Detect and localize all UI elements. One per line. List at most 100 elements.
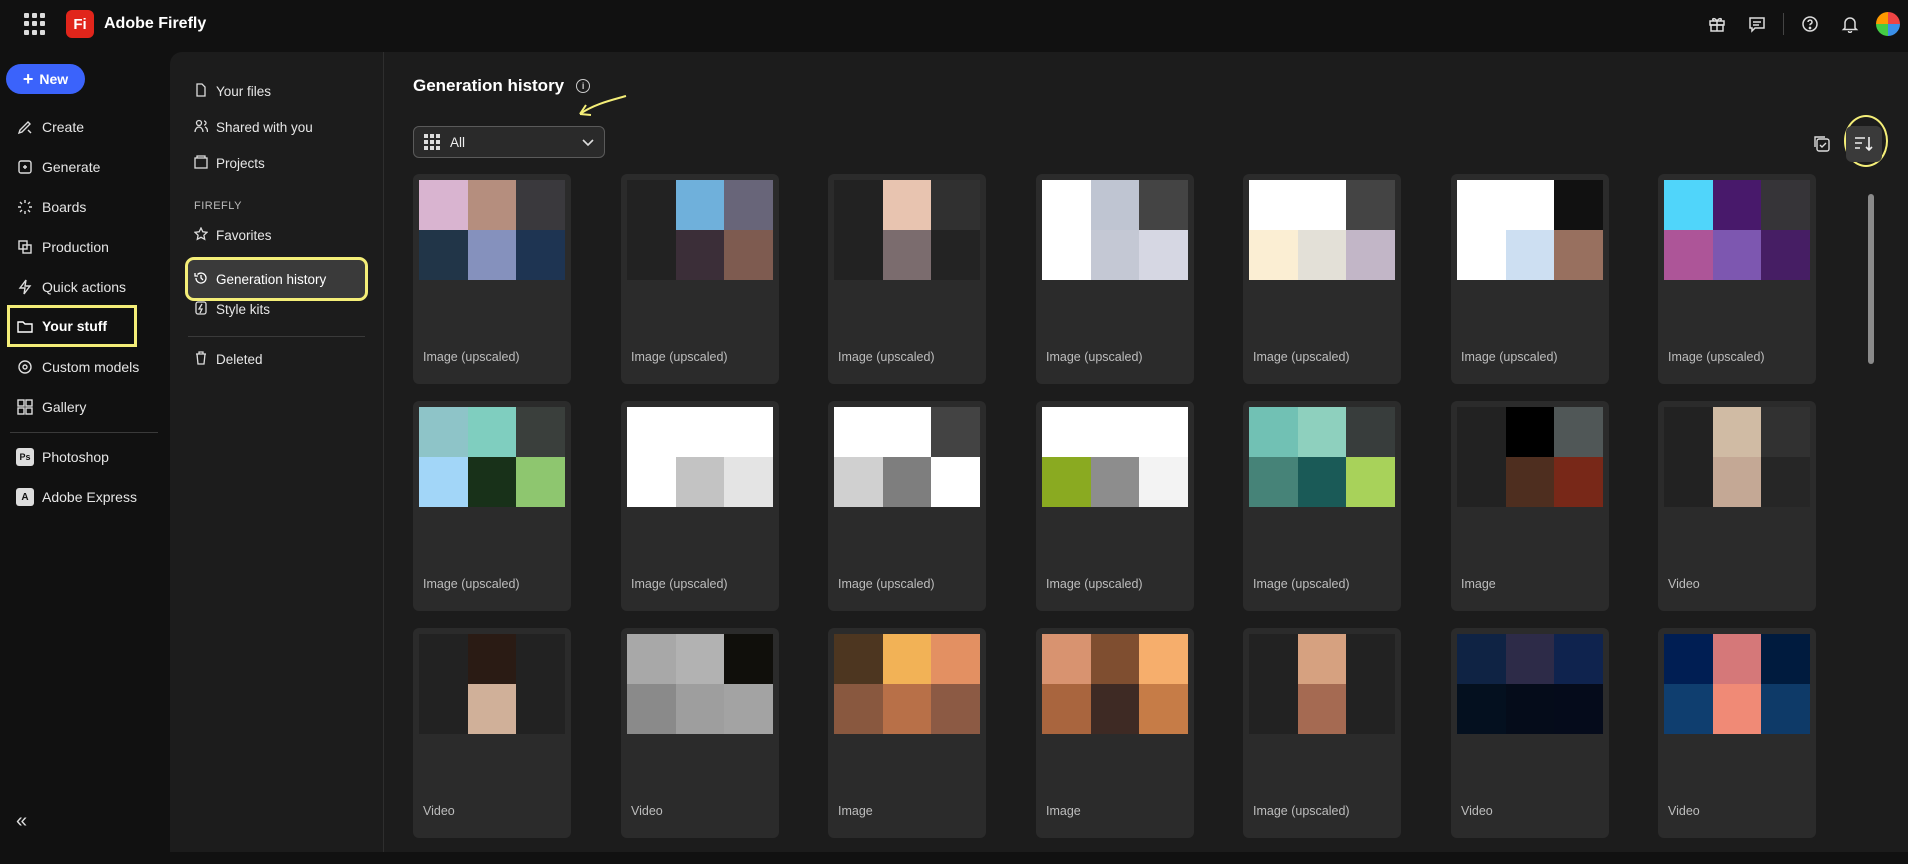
- rail-item-your-stuff[interactable]: Your stuff: [7, 305, 137, 347]
- thumbnail-tile: [1664, 180, 1713, 230]
- boards-icon: [16, 198, 34, 216]
- rail-item-create[interactable]: Create: [16, 114, 84, 140]
- thumbnail-tile: [1664, 457, 1713, 507]
- thumbnail-tile: [882, 684, 932, 734]
- thumbnail-tile: [1664, 684, 1713, 734]
- generation-card[interactable]: Image (upscaled): [621, 401, 779, 611]
- generation-card[interactable]: Image (upscaled): [621, 174, 779, 384]
- subnav-favorites[interactable]: Favorites: [193, 222, 272, 248]
- thumbnail-tile: [467, 634, 517, 684]
- subnav-your-files[interactable]: Your files: [194, 78, 271, 104]
- generation-card[interactable]: Image (upscaled): [413, 174, 571, 384]
- generation-card[interactable]: Image (upscaled): [1036, 174, 1194, 384]
- thumbnail-tile: [1554, 684, 1603, 734]
- thumbnail-tile: [834, 230, 883, 280]
- card-type-label: Image (upscaled): [1253, 804, 1350, 818]
- thumbnail-tile: [1554, 457, 1603, 507]
- app-switcher-icon[interactable]: [24, 13, 46, 35]
- generation-card[interactable]: Video: [1658, 628, 1816, 838]
- subnav-label: Deleted: [216, 351, 263, 367]
- filter-dropdown[interactable]: All: [413, 126, 605, 158]
- rail-item-gallery[interactable]: Gallery: [16, 394, 86, 420]
- generation-card[interactable]: Image (upscaled): [1451, 174, 1609, 384]
- rail-item-production[interactable]: Production: [16, 234, 109, 260]
- rail-app-adobe-express[interactable]: A Adobe Express: [16, 484, 137, 510]
- generation-card[interactable]: Video: [1451, 628, 1609, 838]
- generation-card[interactable]: Image (upscaled): [413, 401, 571, 611]
- thumbnail-tile: [1712, 230, 1762, 280]
- generation-card[interactable]: Video: [621, 628, 779, 838]
- select-multiple-icon[interactable]: [1810, 132, 1834, 156]
- generation-card[interactable]: Image (upscaled): [1243, 401, 1401, 611]
- card-thumbnail: [627, 634, 773, 734]
- main-panel: Your files Shared with you Projects FIRE…: [170, 52, 1908, 852]
- rail-item-generate[interactable]: Generate: [16, 154, 100, 180]
- generation-card[interactable]: Image: [828, 628, 986, 838]
- thumbnail-tile: [1090, 230, 1140, 280]
- thumbnail-tile: [931, 407, 980, 457]
- generation-card[interactable]: Video: [413, 628, 571, 838]
- thumbnail-tile: [467, 457, 517, 507]
- thumbnail-tile: [1457, 230, 1506, 280]
- generation-grid: Image (upscaled) Image (upscaled) Image (u…: [413, 174, 1833, 864]
- subnav-style-kits[interactable]: Style kits: [194, 296, 270, 322]
- rail-divider: [10, 432, 158, 433]
- thumbnail-tile: [931, 180, 980, 230]
- gift-icon[interactable]: [1697, 4, 1737, 44]
- new-button[interactable]: + New: [6, 64, 85, 94]
- thumbnail-tile: [675, 407, 725, 457]
- card-type-label: Image: [838, 804, 873, 818]
- rail-item-label: Generate: [42, 159, 101, 175]
- thumbnail-tile: [1249, 634, 1298, 684]
- bell-icon[interactable]: [1830, 4, 1870, 44]
- collapse-rail-icon[interactable]: «: [16, 810, 27, 833]
- generation-card[interactable]: Image (upscaled): [828, 401, 986, 611]
- thumbnail-tile: [1554, 407, 1603, 457]
- generation-card[interactable]: Image: [1451, 401, 1609, 611]
- subnav-projects[interactable]: Projects: [194, 150, 265, 176]
- subnav-shared-with-you[interactable]: Shared with you: [194, 114, 313, 140]
- thumbnail-tile: [1712, 180, 1762, 230]
- thumbnail-tile: [1042, 180, 1091, 230]
- feedback-icon[interactable]: [1737, 4, 1777, 44]
- subnav-generation-history[interactable]: Generation history: [194, 266, 326, 292]
- thumbnail-tile: [1090, 457, 1140, 507]
- rail-item-boards[interactable]: Boards: [16, 194, 86, 220]
- rail-item-label: Create: [42, 119, 85, 135]
- thumbnail-tile: [1761, 407, 1810, 457]
- thumbnail-tile: [1139, 684, 1188, 734]
- sort-icon[interactable]: [1846, 126, 1882, 162]
- card-thumbnail: [834, 180, 980, 280]
- card-thumbnail: [834, 634, 980, 734]
- help-icon[interactable]: [1790, 4, 1830, 44]
- thumbnail-tile: [1505, 180, 1555, 230]
- generation-card[interactable]: Image (upscaled): [828, 174, 986, 384]
- generation-card[interactable]: Video: [1658, 401, 1816, 611]
- thumbnail-tile: [1505, 407, 1555, 457]
- thumbnail-tile: [1042, 457, 1091, 507]
- generation-card[interactable]: Image: [1036, 628, 1194, 838]
- card-type-label: Image (upscaled): [631, 350, 728, 364]
- thumbnail-tile: [1554, 230, 1603, 280]
- card-type-label: Image (upscaled): [1253, 577, 1350, 591]
- card-type-label: Image (upscaled): [1046, 577, 1143, 591]
- card-thumbnail: [419, 180, 565, 280]
- subnav-deleted[interactable]: Deleted: [194, 346, 263, 372]
- rail-app-photoshop[interactable]: Ps Photoshop: [16, 444, 109, 470]
- rail-item-custom-models[interactable]: Custom models: [16, 354, 139, 380]
- scrollbar[interactable]: [1866, 174, 1876, 844]
- card-thumbnail: [1249, 180, 1395, 280]
- rail-item-quick-actions[interactable]: Quick actions: [16, 274, 126, 300]
- generation-card[interactable]: Image (upscaled): [1243, 628, 1401, 838]
- generation-card[interactable]: Image (upscaled): [1036, 401, 1194, 611]
- info-icon[interactable]: i: [576, 79, 591, 93]
- card-thumbnail: [1249, 407, 1395, 507]
- card-thumbnail: [627, 407, 773, 507]
- generation-card[interactable]: Image (upscaled): [1658, 174, 1816, 384]
- thumbnail-tile: [1042, 634, 1091, 684]
- thumbnail-tile: [882, 180, 932, 230]
- generation-card[interactable]: Image (upscaled): [1243, 174, 1401, 384]
- scrollbar-thumb[interactable]: [1868, 194, 1874, 364]
- avatar[interactable]: [1876, 12, 1900, 36]
- file-icon: [194, 82, 208, 100]
